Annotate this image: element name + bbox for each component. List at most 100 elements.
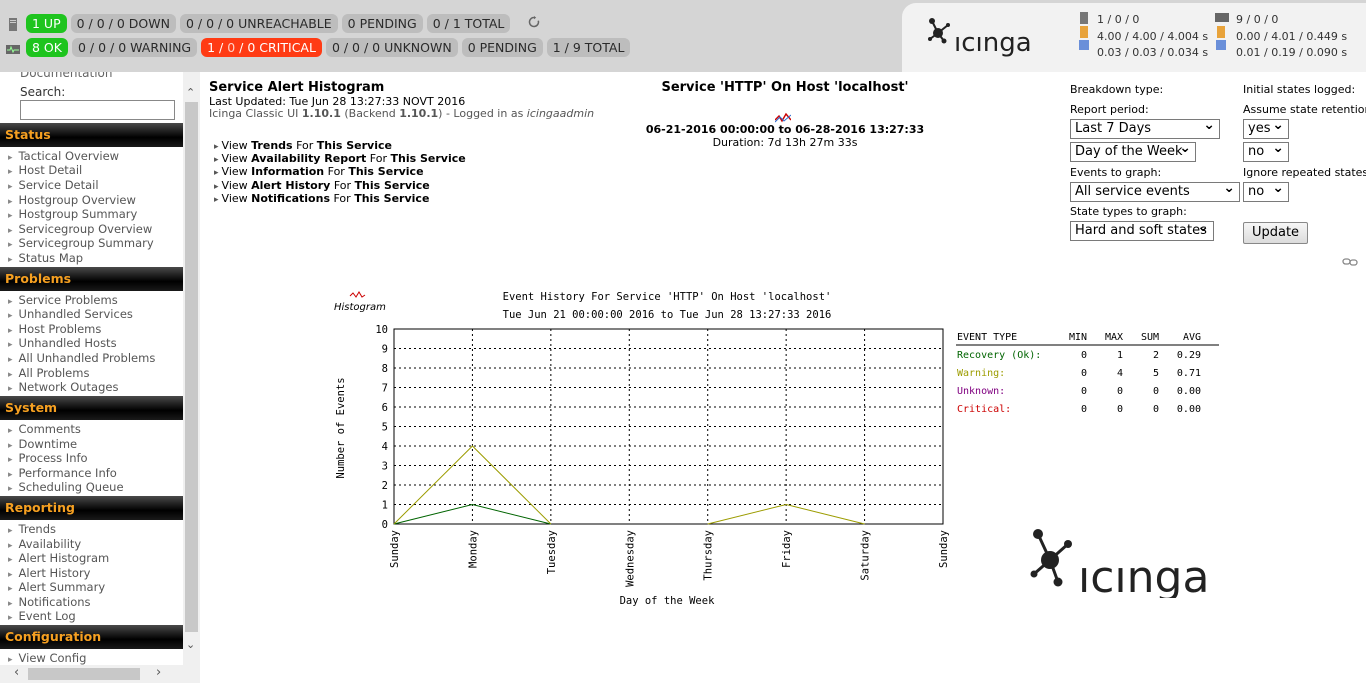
events-to-graph-select[interactable]: All service events — [1070, 179, 1240, 202]
y-tick-label: 6 — [382, 402, 388, 414]
x-axis-label: Day of the Week — [620, 595, 716, 607]
table-cell: 0 — [1117, 404, 1123, 415]
services-ok-badge[interactable]: 8 OK — [26, 38, 68, 57]
search-label: Search: — [20, 85, 66, 99]
horizontal-scrollbar-thumb[interactable] — [28, 668, 140, 680]
sidebar-item-event-log[interactable]: Event Log — [8, 609, 76, 625]
plot-frame — [393, 328, 944, 525]
scroll-down-icon[interactable]: ⌄ — [186, 638, 195, 651]
assume-state-retention-select[interactable]: no — [1243, 139, 1289, 162]
hosts-pending-badge[interactable]: 0 PENDING — [341, 14, 423, 33]
version-prefix: Icinga Classic UI — [209, 107, 302, 120]
brand-panel: ıcınga 1 / 0 / 0 4.00 / 4.00 / 4.004 s 0… — [902, 3, 1366, 72]
breakdown-type-select[interactable]: Day of the Week — [1070, 139, 1196, 162]
services-pending-badge[interactable]: 0 PENDING — [461, 38, 543, 57]
sidebar-item-alert-histogram[interactable]: Alert Histogram — [8, 551, 110, 567]
sidebar-horizontal-scrollbar[interactable]: ‹ › — [0, 665, 183, 683]
histogram-side-icon — [349, 291, 366, 298]
sidebar-item-process-info[interactable]: Process Info — [8, 451, 88, 467]
table-cell: 0 — [1081, 368, 1087, 379]
services-critical-badge[interactable]: 1 / 0 / 0 CRITICAL — [201, 38, 322, 57]
y-tick-label: 3 — [382, 461, 388, 473]
y-tick-label: 2 — [382, 480, 388, 492]
host-count-stat: 1 / 0 / 0 — [1097, 13, 1140, 26]
sidebar-vertical-scrollbar[interactable]: ⌃ ⌄ — [183, 72, 200, 683]
critical-count-prefix: 1 / — [207, 40, 228, 55]
table-header: SUM — [1141, 332, 1159, 343]
sidebar-item-unhandled-services[interactable]: Unhandled Services — [8, 307, 133, 323]
state-types-select[interactable]: Hard and soft states — [1070, 218, 1214, 241]
table-header: MAX — [1105, 332, 1123, 343]
sidebar-item-alert-summary[interactable]: Alert Summary — [8, 580, 106, 596]
sidebar-item-network-outages[interactable]: Network Outages — [8, 380, 119, 396]
series-line — [393, 503, 551, 525]
table-cell: 0 — [1081, 404, 1087, 415]
y-tick-labels: 0 1 2 3 4 5 6 7 8 9 10 — [375, 324, 388, 531]
scroll-left-icon[interactable]: ‹ — [14, 665, 19, 680]
critical-count-zero: 0 — [227, 40, 236, 55]
sidebar-item-hostgroup-summary[interactable]: Hostgroup Summary — [8, 207, 138, 223]
x-tick-labels: Sunday Monday Tuesday Wednesday Thursday Frid… — [389, 530, 950, 587]
event-summary-table: EVENT TYPE MIN MAX SUM AVG Recovery (Ok): 0 1 2 0… — [956, 332, 1219, 415]
table-row-label: Unknown: — [957, 386, 1005, 397]
report-period-select[interactable]: Last 7 Days — [1070, 116, 1220, 139]
table-cell: 0 — [1081, 386, 1087, 397]
host-icon — [6, 17, 20, 31]
icinga-logo-large: ıcınga — [1028, 526, 1230, 603]
ignore-repeated-select[interactable]: no — [1243, 179, 1289, 202]
sidebar-item-comments[interactable]: Comments — [8, 422, 81, 438]
scrollbar-thumb[interactable] — [185, 102, 198, 632]
update-button[interactable]: Update — [1243, 222, 1308, 244]
events-to-graph-label: Events to graph: — [1070, 166, 1162, 179]
service-count-stat: 9 / 0 / 0 — [1236, 13, 1279, 26]
icinga-logo[interactable]: ıcınga — [928, 13, 1048, 61]
y-tick-label: 0 — [382, 519, 388, 531]
search-input[interactable] — [20, 100, 175, 120]
host-latency-stat: 0.03 / 0.03 / 0.034 s — [1097, 46, 1209, 59]
sidebar-item-servicegroup-summary[interactable]: Servicegroup Summary — [8, 236, 154, 252]
service-links: View Trends For This Service View Availa… — [214, 139, 466, 206]
sidebar-item-service-detail[interactable]: Service Detail — [8, 178, 99, 194]
sidebar-item-documentation[interactable]: Documentation — [20, 72, 113, 80]
sidebar-item-all-unhandled-problems[interactable]: All Unhandled Problems — [8, 351, 156, 367]
sidebar-item-host-detail[interactable]: Host Detail — [8, 163, 83, 179]
sidebar-item-unhandled-hosts[interactable]: Unhandled Hosts — [8, 336, 117, 352]
scroll-right-icon[interactable]: › — [156, 665, 161, 680]
host-status-row: 1 UP 0 / 0 / 0 DOWN 0 / 0 / 0 UNREACHABL… — [6, 14, 540, 33]
section-reporting: Reporting — [0, 496, 183, 520]
link-notifications[interactable]: View Notifications For This Service — [214, 192, 466, 206]
hosts-total-badge[interactable]: 0 / 1 TOTAL — [426, 14, 511, 33]
scroll-up-icon[interactable]: ⌃ — [186, 86, 195, 99]
table-cell: 0 — [1081, 350, 1087, 361]
initial-states-select[interactable]: yes — [1243, 116, 1289, 139]
service-latency-stat: 0.01 / 0.19 / 0.090 s — [1236, 46, 1348, 59]
sidebar-item-trends[interactable]: Trends — [8, 522, 56, 538]
service-stats-icon — [1215, 12, 1229, 56]
services-total-badge[interactable]: 1 / 9 TOTAL — [546, 38, 631, 57]
table-cell: 0 — [1117, 386, 1123, 397]
hosts-unreachable-badge[interactable]: 0 / 0 / 0 UNREACHABLE — [179, 14, 338, 33]
table-cell: 2 — [1153, 350, 1159, 361]
service-icon — [6, 41, 20, 55]
services-unknown-badge[interactable]: 0 / 0 / 0 UNKNOWN — [325, 38, 458, 57]
sidebar-item-status-map[interactable]: Status Map — [8, 251, 84, 267]
x-tick-label: Thursday — [703, 530, 715, 581]
report-period-range: 06-21-2016 00:00:00 to 06-28-2016 13:27:… — [645, 123, 925, 136]
y-tick-label: 1 — [382, 500, 388, 512]
y-tick-label: 4 — [382, 441, 388, 453]
chart-series — [393, 445, 865, 525]
hosts-down-badge[interactable]: 0 / 0 / 0 DOWN — [70, 14, 176, 33]
refresh-icon[interactable] — [528, 15, 540, 32]
hosts-up-badge[interactable]: 1 UP — [26, 14, 67, 33]
table-cell: 5 — [1153, 368, 1159, 379]
table-cell: 0 — [1153, 386, 1159, 397]
chart-title: Event History For Service 'HTTP' On Host… — [503, 291, 832, 303]
x-tick-label: Wednesday — [624, 530, 636, 587]
x-tick-label: Sunday — [938, 530, 950, 568]
services-warning-badge[interactable]: 0 / 0 / 0 WARNING — [71, 38, 198, 57]
version-info: Icinga Classic UI 1.10.1 (Backend 1.10.1… — [209, 107, 594, 120]
table-cell: 1 — [1117, 350, 1123, 361]
sidebar-item-scheduling-queue[interactable]: Scheduling Queue — [8, 480, 124, 496]
link-icon[interactable] — [1342, 252, 1358, 271]
x-tick-label: Friday — [781, 530, 793, 568]
